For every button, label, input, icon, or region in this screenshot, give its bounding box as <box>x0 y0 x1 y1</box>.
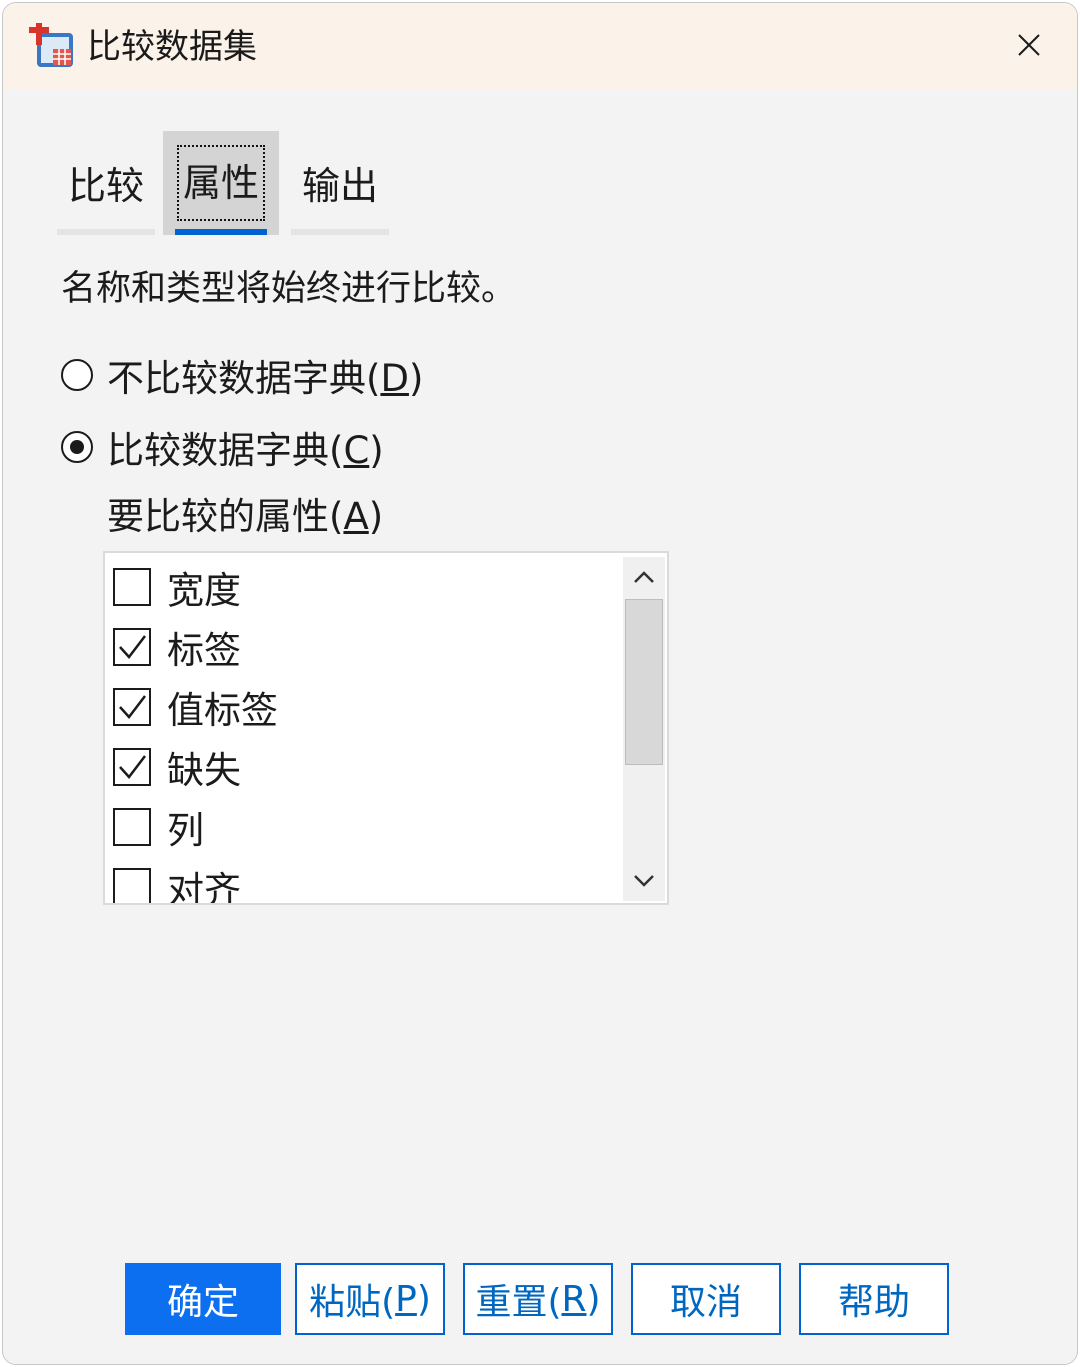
checkbox[interactable] <box>113 868 151 903</box>
attributes-listbox[interactable]: 宽度 标签 值标签 缺失 列 对齐 <box>103 551 669 905</box>
checkbox-checked[interactable] <box>113 688 151 726</box>
tab-label: 比较 <box>67 164 144 208</box>
list-item-label: 列 <box>167 809 204 852</box>
list-item-align[interactable]: 对齐 <box>113 859 241 905</box>
radio-compare-dictionary[interactable]: 比较数据字典(C) <box>61 419 384 475</box>
title-bar: 比较数据集 <box>3 3 1077 89</box>
radio-label: 不比较数据字典(D) <box>107 357 424 400</box>
radio-button-selected[interactable] <box>61 431 93 463</box>
list-item-label: 标签 <box>167 629 241 672</box>
tab-underline <box>57 229 155 235</box>
scroll-down-button[interactable] <box>623 861 665 901</box>
ok-button[interactable]: 确定 <box>125 1263 281 1335</box>
tab-attributes[interactable]: 属性 <box>163 131 279 235</box>
cancel-button[interactable]: 取消 <box>631 1263 781 1335</box>
close-icon <box>1018 34 1040 56</box>
list-item-width[interactable]: 宽度 <box>113 559 241 615</box>
window-title: 比较数据集 <box>87 27 257 67</box>
tab-active-indicator <box>175 229 267 235</box>
checkmark-icon <box>119 755 146 779</box>
tab-label: 输出 <box>301 164 378 208</box>
radio-button[interactable] <box>61 359 93 391</box>
paste-button[interactable]: 粘贴(P) <box>295 1263 445 1335</box>
tab-compare[interactable]: 比较 <box>57 131 155 235</box>
reset-button[interactable]: 重置(R) <box>463 1263 613 1335</box>
scroll-thumb[interactable] <box>625 599 663 765</box>
list-item-label[interactable]: 标签 <box>113 619 241 675</box>
vertical-scrollbar[interactable] <box>623 557 665 901</box>
checkmark-icon <box>119 695 146 719</box>
chevron-up-icon <box>634 571 654 583</box>
list-item-label: 宽度 <box>167 569 241 612</box>
tab-output[interactable]: 输出 <box>291 131 389 235</box>
compare-datasets-dialog: 比较数据集 比较 属性 输出 名称和类型将始终进行比较。 不比较数据字典(D) … <box>2 2 1078 1365</box>
checkbox[interactable] <box>113 568 151 606</box>
tab-underline <box>291 229 389 235</box>
checkbox-checked[interactable] <box>113 628 151 666</box>
list-item-columns[interactable]: 列 <box>113 799 204 855</box>
help-button[interactable]: 帮助 <box>799 1263 949 1335</box>
scroll-up-button[interactable] <box>623 557 665 597</box>
list-item-label: 值标签 <box>167 689 278 732</box>
app-icon <box>27 23 75 71</box>
radio-no-dictionary[interactable]: 不比较数据字典(D) <box>61 347 423 403</box>
attributes-label: 要比较的属性(A) <box>107 495 384 538</box>
list-item-label: 缺失 <box>167 749 241 792</box>
list-item-label: 对齐 <box>167 869 241 905</box>
checkmark-icon <box>119 635 146 659</box>
checkbox-checked[interactable] <box>113 748 151 786</box>
list-item-value-labels[interactable]: 值标签 <box>113 679 278 735</box>
info-text: 名称和类型将始终进行比较。 <box>61 269 517 309</box>
close-button[interactable] <box>1003 19 1055 71</box>
chevron-down-icon <box>634 875 654 887</box>
list-item-missing[interactable]: 缺失 <box>113 739 241 795</box>
radio-label: 比较数据字典(C) <box>107 429 384 472</box>
checkbox[interactable] <box>113 808 151 846</box>
tab-label: 属性 <box>177 145 265 221</box>
